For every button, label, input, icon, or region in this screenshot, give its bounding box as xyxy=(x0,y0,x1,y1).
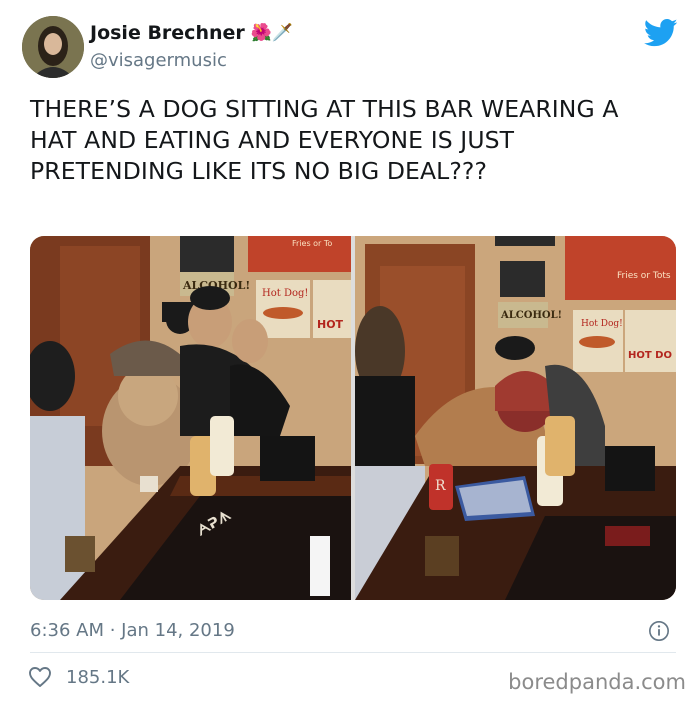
heart-icon[interactable] xyxy=(28,666,52,688)
divider xyxy=(30,652,676,653)
sign-fries-right: Fries or Tots xyxy=(617,271,671,281)
sign-alcohol-right: ALCOHOL! xyxy=(500,310,562,321)
sign-hotdog2-right: HOT DO xyxy=(628,350,672,361)
svg-text:R: R xyxy=(435,478,446,494)
avatar[interactable] xyxy=(22,16,84,78)
like-count: 185.1K xyxy=(66,666,130,688)
author-name[interactable]: Josie Brechner 🌺🗡️ xyxy=(90,22,293,44)
tweet-timestamp[interactable]: 6:36 AM · Jan 14, 2019 xyxy=(30,620,235,641)
sign-hot-left: HOT xyxy=(317,318,344,331)
author-name-text: Josie Brechner xyxy=(90,22,245,44)
tweet-photo-right[interactable]: Fries or Tots ALCOHOL! Hot Dog! HOT DO R xyxy=(355,236,676,600)
sign-hotdog-left: Hot Dog! xyxy=(262,288,308,299)
sign-fries-left: Fries or To xyxy=(292,239,332,248)
watermark: boredpanda.com xyxy=(508,670,686,694)
info-icon[interactable] xyxy=(648,620,670,642)
like-action[interactable]: 185.1K xyxy=(28,666,129,688)
sign-hotdog-right: Hot Dog! xyxy=(581,319,623,329)
twitter-bird-icon[interactable] xyxy=(644,18,678,48)
tweet-photo-left[interactable]: ALCOHOL! Fries or To Hot Dog! HOT ᗅᕈᗑ xyxy=(30,236,351,600)
tweet-text: THERE’S A DOG SITTING AT THIS BAR WEARIN… xyxy=(30,95,619,185)
tweet-photos[interactable]: ALCOHOL! Fries or To Hot Dog! HOT ᗅᕈᗑ Fr… xyxy=(30,236,676,600)
author-handle[interactable]: @visagermusic xyxy=(90,50,227,71)
author-emoji: 🌺🗡️ xyxy=(250,23,294,43)
